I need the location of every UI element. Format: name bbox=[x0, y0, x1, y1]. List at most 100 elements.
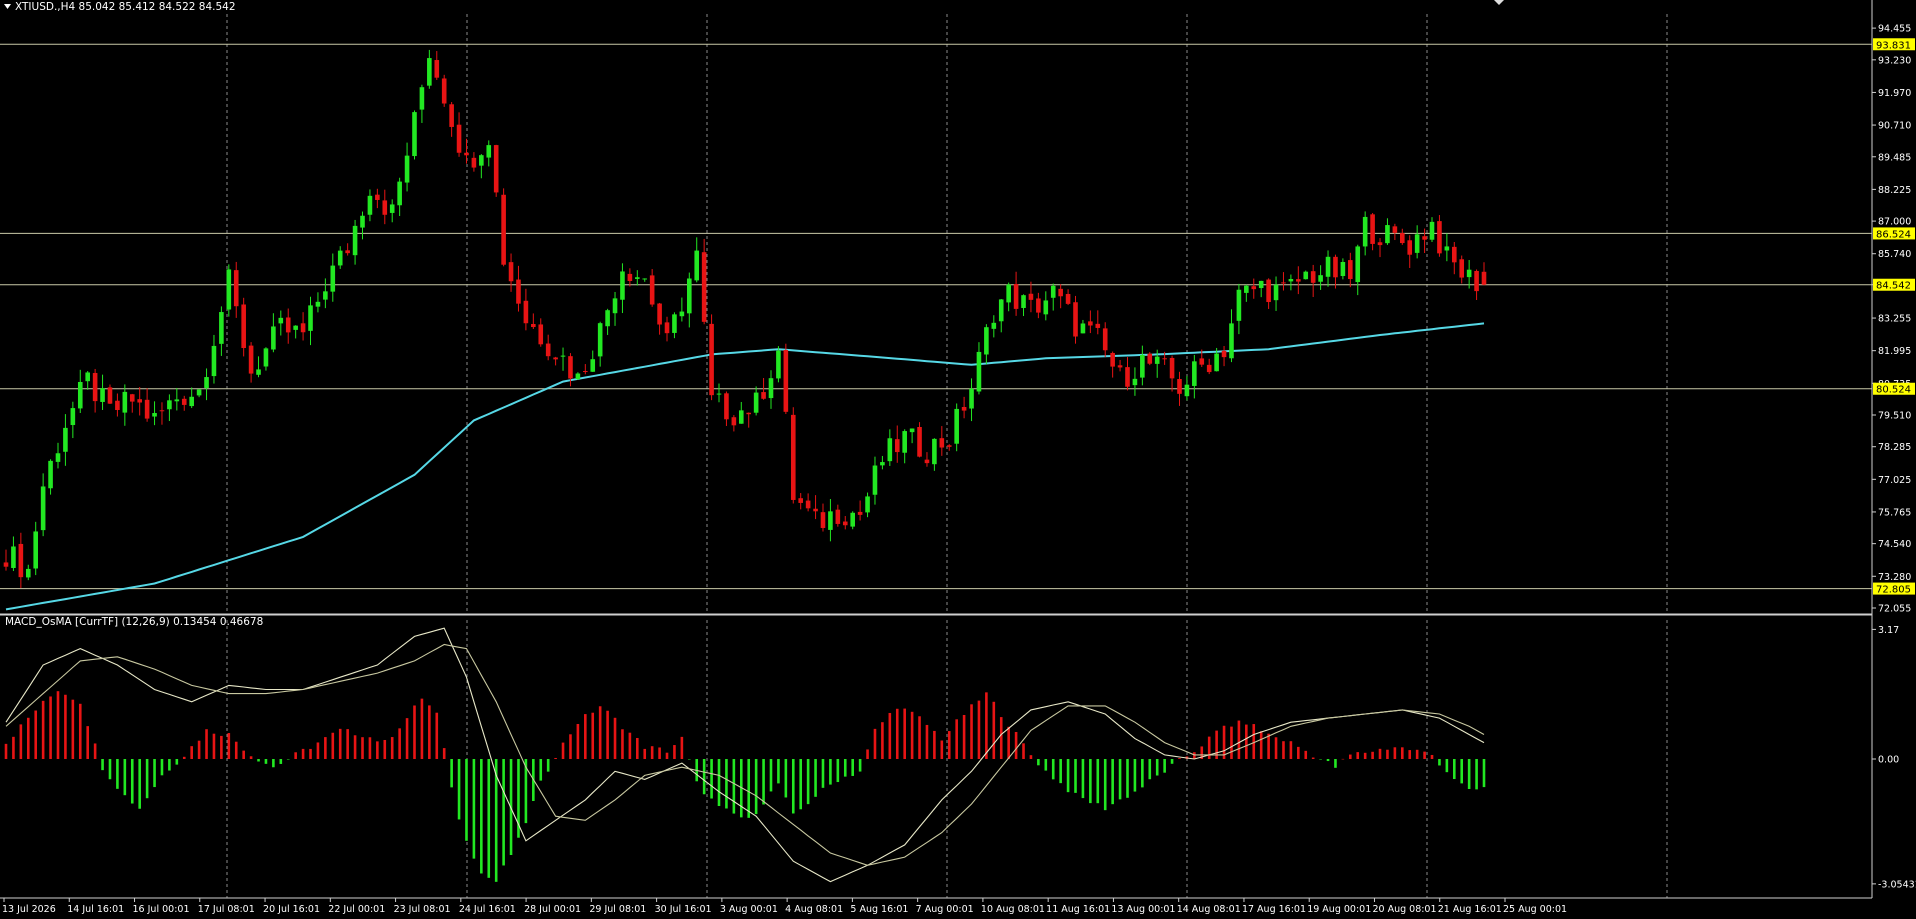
candle-body[interactable] bbox=[1065, 293, 1071, 304]
candle-body[interactable] bbox=[568, 356, 573, 379]
candle-body[interactable] bbox=[1095, 323, 1101, 328]
candle-body[interactable] bbox=[464, 152, 469, 156]
candle-body[interactable] bbox=[1073, 302, 1078, 337]
candle-body[interactable] bbox=[716, 393, 722, 395]
candle-body[interactable] bbox=[1132, 378, 1138, 386]
candle-body[interactable] bbox=[174, 399, 180, 402]
candle-body[interactable] bbox=[375, 194, 380, 200]
candle-body[interactable] bbox=[902, 431, 907, 453]
candle-body[interactable] bbox=[761, 392, 766, 399]
candle-body[interactable] bbox=[271, 326, 276, 350]
candle-body[interactable] bbox=[100, 388, 105, 402]
candle-body[interactable] bbox=[196, 389, 202, 396]
candle-body[interactable] bbox=[1400, 233, 1405, 244]
candle-body[interactable] bbox=[1154, 356, 1160, 364]
candle-body[interactable] bbox=[1043, 300, 1049, 315]
candle-body[interactable] bbox=[1162, 358, 1167, 360]
candle-body[interactable] bbox=[11, 546, 16, 568]
candle-body[interactable] bbox=[701, 252, 707, 322]
candle-body[interactable] bbox=[85, 372, 90, 382]
candle-body[interactable] bbox=[672, 314, 677, 333]
candle-body[interactable] bbox=[842, 521, 848, 526]
candle-body[interactable] bbox=[449, 104, 454, 127]
candle-body[interactable] bbox=[998, 299, 1004, 322]
candle-body[interactable] bbox=[152, 413, 157, 417]
candle-body[interactable] bbox=[1206, 364, 1212, 373]
candle-body[interactable] bbox=[783, 350, 789, 412]
candle-body[interactable] bbox=[300, 323, 306, 333]
candle-body[interactable] bbox=[1333, 256, 1338, 278]
candle-body[interactable] bbox=[1474, 270, 1479, 292]
candle-body[interactable] bbox=[969, 388, 974, 409]
candle-body[interactable] bbox=[1110, 352, 1115, 367]
candle-body[interactable] bbox=[367, 195, 373, 215]
candle-body[interactable] bbox=[583, 371, 588, 373]
candle-body[interactable] bbox=[1214, 353, 1219, 372]
candle-body[interactable] bbox=[241, 304, 246, 349]
candle-body[interactable] bbox=[679, 311, 685, 317]
candle-body[interactable] bbox=[872, 465, 878, 495]
candle-body[interactable] bbox=[278, 317, 284, 324]
candle-body[interactable] bbox=[857, 511, 863, 515]
candle-body[interactable] bbox=[1184, 384, 1190, 397]
candle-body[interactable] bbox=[664, 322, 670, 334]
candle-body[interactable] bbox=[961, 407, 967, 411]
candle-body[interactable] bbox=[330, 265, 336, 292]
candle-body[interactable] bbox=[1147, 353, 1153, 364]
candle-body[interactable] bbox=[122, 391, 128, 413]
candle-body[interactable] bbox=[107, 387, 113, 404]
candle-body[interactable] bbox=[649, 275, 655, 305]
candle-body[interactable] bbox=[115, 400, 120, 411]
candle-body[interactable] bbox=[850, 512, 855, 527]
candle-body[interactable] bbox=[1036, 298, 1041, 313]
candle-body[interactable] bbox=[404, 155, 410, 183]
candle-body[interactable] bbox=[18, 543, 24, 578]
candle-body[interactable] bbox=[1229, 323, 1234, 359]
candle-body[interactable] bbox=[590, 359, 596, 372]
candle-body[interactable] bbox=[1281, 282, 1286, 284]
candle-body[interactable] bbox=[1385, 225, 1390, 244]
candle-body[interactable] bbox=[738, 410, 744, 424]
candle-body[interactable] bbox=[144, 399, 150, 419]
candle-body[interactable] bbox=[1058, 288, 1063, 297]
candle-body[interactable] bbox=[1088, 321, 1093, 326]
candle-body[interactable] bbox=[1266, 279, 1271, 303]
candle-body[interactable] bbox=[1028, 293, 1034, 300]
candle-body[interactable] bbox=[233, 270, 239, 307]
candle-body[interactable] bbox=[1006, 284, 1011, 303]
candle-body[interactable] bbox=[531, 324, 536, 328]
candle-body[interactable] bbox=[159, 410, 165, 412]
candle-body[interactable] bbox=[219, 312, 224, 344]
candle-body[interactable] bbox=[1080, 323, 1086, 334]
candle-body[interactable] bbox=[605, 310, 610, 327]
candle-body[interactable] bbox=[790, 414, 796, 500]
candle-body[interactable] bbox=[1258, 280, 1264, 289]
candle-body[interactable] bbox=[1117, 365, 1123, 368]
candle-body[interactable] bbox=[1192, 361, 1197, 386]
candle-body[interactable] bbox=[828, 511, 833, 530]
candle-body[interactable] bbox=[419, 87, 425, 110]
candle-body[interactable] bbox=[389, 204, 395, 213]
candle-body[interactable] bbox=[1310, 271, 1316, 283]
candle-body[interactable] bbox=[1340, 261, 1346, 277]
candle-body[interactable] bbox=[560, 355, 566, 357]
candle-body[interactable] bbox=[1377, 242, 1383, 246]
candle-body[interactable] bbox=[412, 112, 417, 157]
candle-body[interactable] bbox=[427, 58, 432, 86]
candle-body[interactable] bbox=[33, 531, 39, 569]
candle-body[interactable] bbox=[189, 396, 194, 407]
candle-body[interactable] bbox=[516, 279, 521, 304]
candle-body[interactable] bbox=[620, 271, 625, 300]
candle-body[interactable] bbox=[382, 200, 388, 215]
price-chart-canvas[interactable]: 94.455 93.230 91.970 90.710 89.485 88.225 87.0… bbox=[0, 0, 1916, 919]
candle-body[interactable] bbox=[635, 277, 640, 279]
candle-body[interactable] bbox=[1392, 226, 1398, 233]
candle-body[interactable] bbox=[991, 322, 997, 329]
candle-body[interactable] bbox=[924, 459, 930, 464]
candle-body[interactable] bbox=[1459, 259, 1465, 278]
candle-body[interactable] bbox=[1199, 358, 1205, 365]
candle-body[interactable] bbox=[1437, 221, 1442, 254]
candle-body[interactable] bbox=[1021, 295, 1026, 308]
candle-body[interactable] bbox=[1370, 214, 1375, 244]
candle-body[interactable] bbox=[434, 60, 440, 78]
